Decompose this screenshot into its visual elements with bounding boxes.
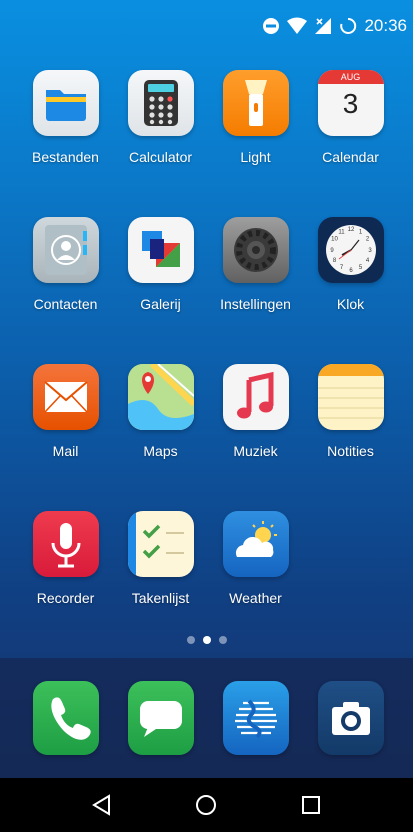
- calendar-month: AUG: [317, 70, 384, 84]
- maps-icon: [127, 364, 194, 430]
- weather-icon: [222, 511, 289, 577]
- app-galerij[interactable]: Galerij: [113, 217, 208, 364]
- app-label: Takenlijst: [131, 590, 190, 606]
- page-dot[interactable]: [186, 636, 195, 644]
- folder-icon: [32, 70, 99, 136]
- app-light[interactable]: Light: [208, 70, 303, 217]
- do-not-disturb-icon: [262, 17, 280, 35]
- app-label: Galerij: [140, 296, 181, 312]
- camera-icon[interactable]: [317, 681, 384, 755]
- navigation-bar: [0, 778, 413, 832]
- status-time: 20:36: [364, 16, 407, 35]
- app-grid: Bestanden Calculator Light AUG 3 Calenda…: [0, 70, 413, 658]
- calendar-icon: AUG 3: [317, 70, 384, 136]
- calendar-day: 3: [342, 88, 359, 119]
- app-bestanden[interactable]: Bestanden: [18, 70, 113, 217]
- app-label: Notities: [327, 443, 374, 459]
- phone-icon[interactable]: [32, 681, 99, 755]
- clock-numeral: 11: [338, 230, 345, 236]
- music-icon: [222, 364, 289, 430]
- checklist-icon: [127, 511, 194, 577]
- recents-button[interactable]: [291, 785, 331, 825]
- app-label: Light: [240, 149, 271, 165]
- flashlight-icon: [222, 70, 289, 136]
- app-calculator[interactable]: Calculator: [113, 70, 208, 217]
- app-contacten[interactable]: Contacten: [18, 217, 113, 364]
- app-muziek[interactable]: Muziek: [208, 364, 303, 511]
- app-label: Maps: [143, 443, 178, 459]
- app-label: Mail: [52, 443, 79, 459]
- page-dot-active[interactable]: [202, 636, 211, 644]
- app-label: Recorder: [36, 590, 95, 606]
- page-indicator: [0, 636, 413, 644]
- gallery-icon: [127, 217, 194, 283]
- clock-numeral: 12: [347, 227, 354, 233]
- back-button[interactable]: [82, 785, 122, 825]
- contacts-icon: [32, 217, 99, 283]
- wifi-icon: [287, 17, 308, 35]
- app-label: Instellingen: [220, 296, 291, 312]
- app-label: Calendar: [322, 149, 379, 165]
- microphone-icon: [32, 511, 99, 577]
- app-mail[interactable]: Mail: [18, 364, 113, 511]
- sync-icon: [339, 17, 357, 35]
- back-icon: [92, 794, 111, 816]
- recents-icon: [301, 796, 320, 814]
- notes-icon: [317, 364, 384, 430]
- app-label: Muziek: [233, 443, 278, 459]
- mail-icon: [32, 364, 99, 430]
- app-label: Calculator: [128, 149, 193, 165]
- app-maps[interactable]: Maps: [113, 364, 208, 511]
- browser-icon[interactable]: [222, 681, 289, 755]
- app-klok[interactable]: 12 1 2 3 4 5 6 7 8 9 10 11 Klok: [303, 217, 398, 364]
- app-label: Weather: [229, 590, 282, 606]
- no-signal-icon: [314, 17, 332, 35]
- app-calendar[interactable]: AUG 3 Calendar: [303, 70, 398, 217]
- clock-numeral: 10: [331, 237, 338, 243]
- calculator-icon: [127, 70, 194, 136]
- clock-icon: 12 1 2 3 4 5 6 7 8 9 10 11: [317, 217, 384, 283]
- settings-gear-icon: [222, 217, 289, 283]
- dock: [0, 658, 413, 778]
- status-bar: 20:36: [0, 0, 413, 52]
- app-label: Contacten: [33, 296, 98, 312]
- home-icon: [196, 795, 217, 815]
- messages-icon[interactable]: [127, 681, 194, 755]
- app-notities[interactable]: Notities: [303, 364, 398, 511]
- app-label: Klok: [336, 296, 365, 312]
- app-label: Bestanden: [32, 149, 99, 165]
- app-instellingen[interactable]: Instellingen: [208, 217, 303, 364]
- page-dot[interactable]: [218, 636, 227, 644]
- home-button[interactable]: [186, 785, 226, 825]
